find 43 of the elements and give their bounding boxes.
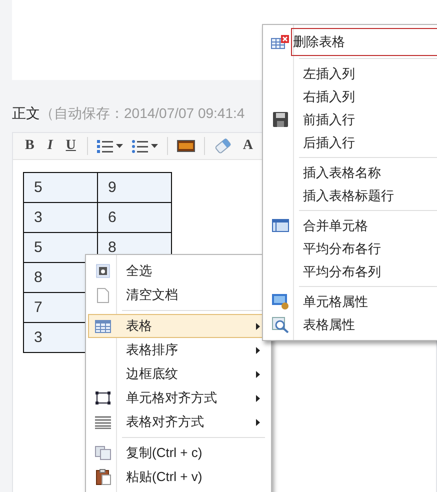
table-cell: 5 <box>24 172 98 202</box>
numbered-list-icon <box>96 139 113 153</box>
menu-item[interactable]: 插入表格名称 <box>265 161 437 184</box>
table-cell: 9 <box>98 172 172 202</box>
menu-item[interactable]: 后插入行 <box>265 131 437 154</box>
table-cell: 3 <box>24 202 98 232</box>
caret-icon <box>150 144 158 148</box>
copy-icon <box>95 446 111 460</box>
section-title: 正文 <box>12 105 40 123</box>
menu-item[interactable]: 左插入列 <box>265 62 437 85</box>
autosave-status: （自动保存：2014/07/07 09:41:4 <box>40 105 245 123</box>
format-button[interactable]: A <box>240 138 256 154</box>
merge-cells-icon <box>272 219 288 232</box>
table-delete-icon <box>271 34 289 48</box>
menu-item[interactable]: 合并单元格 <box>265 214 437 237</box>
align-lines-icon <box>95 416 111 428</box>
format-button[interactable]: U <box>64 138 78 154</box>
caret-icon <box>116 144 123 148</box>
format-button[interactable]: I <box>45 138 55 154</box>
menu-item[interactable]: 单元格属性 <box>265 290 437 313</box>
menu-item[interactable]: 插入表格标题行 <box>265 184 437 207</box>
image-icon <box>176 140 195 152</box>
table-cell: 5 <box>24 232 98 262</box>
menu-item[interactable]: 单元格对齐方式 <box>88 386 269 410</box>
menu-item[interactable]: 表格对齐方式 <box>88 410 269 434</box>
menu-item[interactable]: 平均分布各行 <box>265 237 437 260</box>
document-icon <box>97 288 109 302</box>
menu-item[interactable]: 平均分布各列 <box>265 260 437 283</box>
magnifier-icon <box>272 316 288 332</box>
bullet-list-icon <box>132 139 148 153</box>
menu-item[interactable]: 前插入行 <box>265 108 437 131</box>
menu-item[interactable]: 边框底纹 <box>88 362 269 386</box>
menu-item[interactable]: 复制(Ctrl + c) <box>88 441 269 465</box>
table-cell: 6 <box>98 202 172 232</box>
format-button[interactable]: B <box>23 138 36 154</box>
monitor-icon <box>272 294 288 310</box>
menu-item[interactable]: 粘贴(Ctrl + v) <box>88 465 269 489</box>
table-icon <box>95 320 111 332</box>
cell-border-icon <box>95 391 111 405</box>
menu-item[interactable]: 右插入列 <box>265 85 437 108</box>
select-all-icon <box>96 264 110 278</box>
menu-item[interactable]: 删除表格 <box>265 28 437 55</box>
paste-icon <box>96 469 110 485</box>
